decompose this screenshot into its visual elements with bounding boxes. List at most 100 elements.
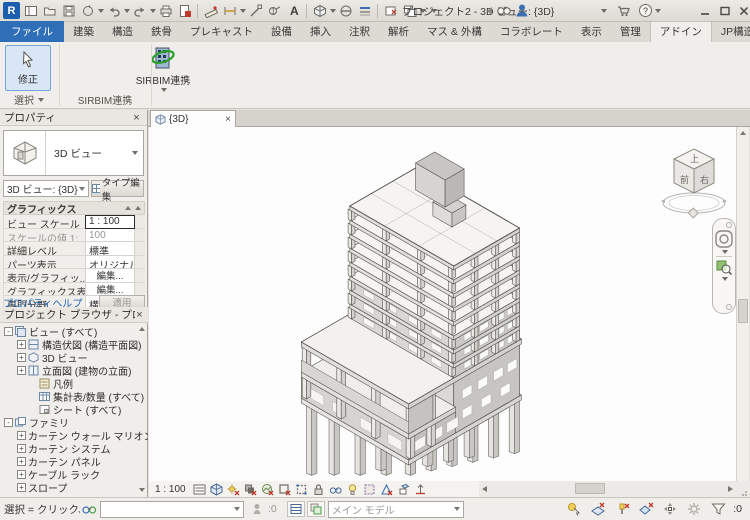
section-icon[interactable] xyxy=(337,2,354,19)
project-browser-header[interactable]: プロジェクト ブラウザ - プロジェクト2 × xyxy=(0,307,148,323)
redo-icon[interactable] xyxy=(131,2,148,19)
tag-icon[interactable]: 1 xyxy=(266,2,283,19)
reveal-constraints-icon[interactable] xyxy=(414,483,428,496)
graphics-section-row[interactable]: グラフィックス xyxy=(3,201,145,216)
sync-icon[interactable] xyxy=(79,2,96,19)
expander[interactable] xyxy=(28,405,37,414)
tab-structure[interactable]: 構造 xyxy=(103,21,142,42)
sirbim-button[interactable]: SIRBIM連携 xyxy=(132,45,194,95)
reveal-hidden-elements-icon[interactable] xyxy=(346,483,360,496)
scroll-left-icon[interactable] xyxy=(482,486,487,492)
expander[interactable]: + xyxy=(17,457,26,466)
steering-wheel-icon[interactable] xyxy=(715,230,733,248)
export-icon[interactable] xyxy=(176,2,193,19)
parts-visibility-value[interactable]: オリジナルを表示 xyxy=(85,255,135,269)
select-by-face-icon[interactable] xyxy=(637,501,655,517)
tab-architecture[interactable]: 建築 xyxy=(64,21,103,42)
lock-view-icon[interactable] xyxy=(312,483,326,496)
expander[interactable]: + xyxy=(17,431,26,440)
tab-manage[interactable]: 管理 xyxy=(611,21,650,42)
expander[interactable] xyxy=(28,392,37,401)
crop-view-icon[interactable] xyxy=(278,483,292,496)
horizontal-scrollbar[interactable] xyxy=(479,481,736,497)
tab-analyze[interactable]: 解析 xyxy=(379,21,418,42)
tab-massing-site[interactable]: マス & 外構 xyxy=(418,21,491,42)
redo-menu-caret[interactable] xyxy=(150,8,156,13)
select-links-icon[interactable] xyxy=(565,501,583,517)
sync-menu-caret[interactable] xyxy=(98,8,104,13)
help-icon[interactable]: ? xyxy=(637,2,654,19)
expander[interactable]: + xyxy=(17,470,26,479)
vertical-scroll-thumb[interactable] xyxy=(738,299,748,323)
select-pinned-icon[interactable] xyxy=(613,501,631,517)
tab-annotate[interactable]: 注釈 xyxy=(340,21,379,42)
sun-path-icon[interactable] xyxy=(227,483,241,496)
resize-grip[interactable] xyxy=(736,481,750,497)
horizontal-scroll-thumb[interactable] xyxy=(575,483,605,494)
worksets-dialog-icon[interactable] xyxy=(286,501,305,517)
select-underlay-icon[interactable] xyxy=(589,501,607,517)
type-selector-caret[interactable] xyxy=(132,151,138,155)
ui-toggle-icon[interactable] xyxy=(22,2,39,19)
expander[interactable] xyxy=(28,379,37,388)
vertical-scrollbar[interactable] xyxy=(736,127,749,493)
help-menu-caret[interactable] xyxy=(655,9,661,13)
search-icon[interactable] xyxy=(495,2,512,19)
tree-item-ramps[interactable]: + スロープ xyxy=(0,481,148,495)
modify-button[interactable]: 修正 xyxy=(5,45,51,91)
expander[interactable]: + xyxy=(17,483,26,492)
tab-systems[interactable]: 設備 xyxy=(262,21,301,42)
dimension-menu-caret[interactable] xyxy=(240,8,246,13)
design-option-select[interactable]: メイン モデル xyxy=(327,500,464,518)
app-store-icon[interactable] xyxy=(615,2,632,19)
expander[interactable]: + xyxy=(17,366,26,375)
view-scale-value[interactable]: 1 : 100 xyxy=(85,215,135,229)
close-hidden-windows-icon[interactable] xyxy=(382,2,399,19)
navbar-close-icon[interactable] xyxy=(726,222,732,228)
select-panel-label[interactable]: 選択 xyxy=(0,92,58,107)
measure-icon[interactable] xyxy=(202,2,219,19)
expander[interactable]: - xyxy=(4,327,13,336)
save-icon[interactable] xyxy=(60,2,77,19)
tab-collaborate[interactable]: コラボレート xyxy=(491,21,572,42)
design-options-icon[interactable] xyxy=(306,501,325,517)
model-line-icon[interactable] xyxy=(247,2,264,19)
app-logo[interactable]: R xyxy=(3,2,20,19)
tab-addins[interactable]: アドイン xyxy=(649,21,712,42)
close-button[interactable] xyxy=(735,3,750,18)
tree-item-cable-trays[interactable]: + ケーブル ラック xyxy=(0,468,148,482)
view-tab-3d[interactable]: {3D} × xyxy=(150,110,236,127)
wheel-menu-caret[interactable] xyxy=(721,250,728,254)
project-browser-close-icon[interactable]: × xyxy=(135,309,144,321)
sirbim-panel-label[interactable]: SIRBIM連携 xyxy=(60,92,150,107)
shadows-icon[interactable] xyxy=(244,483,258,496)
tab-precast[interactable]: プレキャスト xyxy=(181,21,262,42)
tree-item-ducts[interactable]: +ダクト xyxy=(0,494,148,496)
view-instance-select[interactable]: 3D ビュー: {3D} xyxy=(3,180,89,197)
type-selector[interactable]: 3D ビュー xyxy=(3,130,144,176)
drag-on-selection-icon[interactable] xyxy=(661,501,679,517)
edit-type-button[interactable]: タイプ編集 xyxy=(91,178,144,203)
expander[interactable]: + xyxy=(17,353,26,362)
temporary-hide-isolate-icon[interactable] xyxy=(329,483,343,496)
expander[interactable]: - xyxy=(4,418,13,427)
detail-level-icon[interactable] xyxy=(193,483,207,496)
grid-scroll-up-icon[interactable] xyxy=(135,206,141,210)
view-tab-close-icon[interactable]: × xyxy=(225,114,231,125)
scroll-up-icon[interactable] xyxy=(740,131,746,135)
print-icon[interactable] xyxy=(157,2,174,19)
background-processes-icon[interactable] xyxy=(685,501,703,517)
undo-icon[interactable] xyxy=(105,2,122,19)
expander[interactable]: + xyxy=(17,444,26,453)
signin-menu-caret[interactable] xyxy=(601,9,607,13)
tab-jp-structure[interactable]: JP構造 xyxy=(712,21,750,42)
properties-header[interactable]: プロパティ × xyxy=(0,110,147,126)
text-icon[interactable]: A xyxy=(285,2,302,19)
show-crop-region-icon[interactable] xyxy=(295,483,309,496)
tab-view[interactable]: 表示 xyxy=(572,21,611,42)
3d-view-menu-caret[interactable] xyxy=(330,8,336,13)
tab-insert[interactable]: 挿入 xyxy=(301,21,340,42)
tree-scroll-down-icon[interactable] xyxy=(139,488,145,492)
tree-item-sheets[interactable]: シート (すべて) xyxy=(0,403,148,417)
detail-level-value[interactable]: 標準 xyxy=(85,242,135,256)
